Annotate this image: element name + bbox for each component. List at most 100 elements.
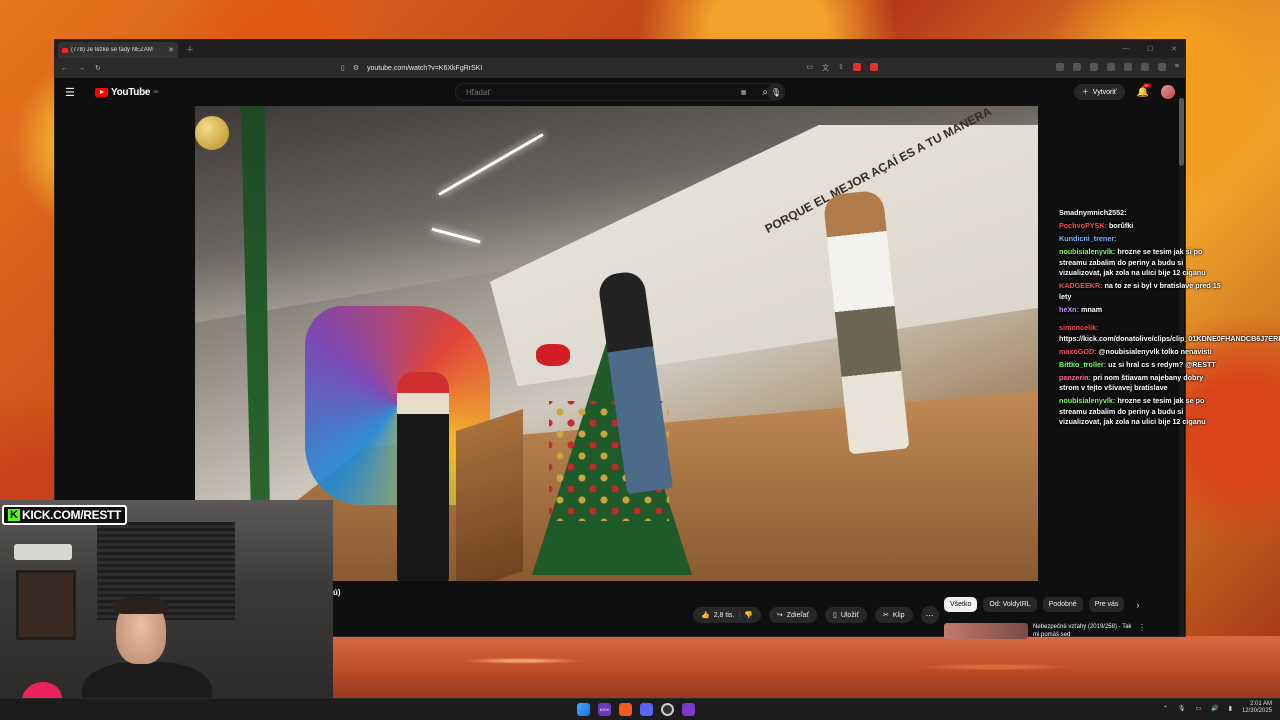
- brave-shield-icon[interactable]: [852, 63, 861, 71]
- maximize-icon[interactable]: ☐: [1147, 45, 1153, 53]
- chat-message: noubisialenyvlk: hrozne se tesim jak se …: [1059, 396, 1225, 428]
- chip-from-channel[interactable]: Od: VoldyIRL: [983, 597, 1037, 612]
- search-box[interactable]: ▦ ⌕: [455, 83, 779, 101]
- windows-start-icon[interactable]: [577, 703, 590, 716]
- like-count: 2,8 tis.: [713, 611, 735, 619]
- video-title-stub: ú): [333, 588, 341, 597]
- network-icon[interactable]: ▭: [1196, 705, 1202, 712]
- url-box[interactable]: ▯ ⚙ youtube.com/watch?v=K6XkFgRrSKI: [341, 64, 483, 73]
- extension-icon[interactable]: [1072, 63, 1081, 71]
- keyboard-icon[interactable]: ▦: [741, 89, 747, 96]
- discord-icon[interactable]: [640, 703, 653, 716]
- video-actions: 👍 2,8 tis. | 👎 ↪ Zdieľať ▯ Uložiť ✂ Klip…: [693, 606, 939, 624]
- brave-rewards-icon[interactable]: [869, 63, 878, 71]
- volume-icon[interactable]: 🔊: [1211, 705, 1218, 712]
- scrollbar-thumb[interactable]: [1179, 98, 1184, 166]
- related-video-item[interactable]: Nebezpečné vzťahy (2019/258) - Tak mi po…: [944, 623, 1146, 639]
- bookmark-icon[interactable]: ▯: [341, 64, 345, 72]
- voice-search-icon[interactable]: 🎙: [767, 83, 785, 101]
- chip-all[interactable]: Všetko: [944, 597, 978, 612]
- clip-button[interactable]: ✂ Klip: [875, 607, 913, 623]
- chat-text: https://kick.com/donatolive/clips/clip_0…: [1059, 333, 1280, 343]
- windows-taskbar: KICK ⌃ 🎙 ▭ 🔊 ▮ 2:01 AM 12/30/2025: [0, 698, 1280, 720]
- stream-chat-overlay: Smadnymnich2552: PochvoPYSK: borůfki Kun…: [1059, 208, 1280, 430]
- chip-for-you[interactable]: Pre vás: [1088, 597, 1125, 612]
- related-menu-icon[interactable]: ⋮: [1138, 623, 1146, 639]
- site-info-icon[interactable]: ⚙: [353, 64, 359, 72]
- chevron-right-icon[interactable]: ›: [1136, 600, 1139, 610]
- reload-icon[interactable]: ↻: [95, 64, 101, 72]
- window-controls: — ☐ ✕: [1122, 45, 1185, 53]
- chat-username: Smadnymnich2552:: [1059, 208, 1127, 217]
- webcam-streamer-hair: [114, 596, 168, 614]
- chat-message: Smadnymnich2552:: [1059, 208, 1225, 219]
- youtube-logo[interactable]: YouTube SK: [95, 87, 159, 98]
- chat-text: @noubisialenyvlk tolko nenavisti: [1098, 346, 1212, 356]
- extension-icon[interactable]: [1106, 63, 1115, 71]
- extension-icon[interactable]: [1055, 63, 1064, 71]
- share-page-icon[interactable]: ⇧: [838, 63, 844, 73]
- back-icon[interactable]: ←: [61, 65, 68, 72]
- video-counter: [456, 408, 524, 581]
- related-thumbnail[interactable]: [944, 623, 1028, 639]
- youtube-header: ☰ YouTube SK ▦ ⌕ 🎙 ＋ Vytvoriť 🔔 9+: [55, 78, 1185, 106]
- chat-message: KADGEEKR: na to ze si byl v bratislave p…: [1059, 281, 1225, 302]
- clock[interactable]: 2:01 AM 12/30/2025: [1242, 701, 1272, 715]
- thumbs-down-icon[interactable]: 👎: [744, 611, 753, 619]
- brave-browser-icon[interactable]: [619, 703, 632, 716]
- tray-chevron-icon[interactable]: ⌃: [1163, 705, 1168, 712]
- browser-menu-icon[interactable]: ≡: [1175, 63, 1179, 73]
- new-tab-icon[interactable]: ＋: [186, 44, 194, 55]
- notifications-button[interactable]: 🔔 9+: [1137, 82, 1152, 98]
- more-actions-icon[interactable]: ⋯: [920, 606, 939, 624]
- microphone-tray-icon[interactable]: 🎙: [1178, 705, 1186, 712]
- clock-time: 2:01 AM: [1249, 701, 1272, 707]
- system-tray: ⌃ 🎙 ▭ 🔊 ▮ 2:01 AM 12/30/2025: [1163, 701, 1272, 715]
- extension-icon[interactable]: [1157, 63, 1166, 71]
- twitch-icon[interactable]: [682, 703, 695, 716]
- scissors-icon: ✂: [883, 612, 889, 619]
- related-title[interactable]: Nebezpečné vzťahy (2019/258) - Tak mi po…: [1033, 623, 1133, 639]
- save-button[interactable]: ▯ Uložiť: [824, 607, 867, 623]
- cast-icon[interactable]: ▭: [806, 63, 813, 73]
- video-ornament: [195, 115, 229, 150]
- minimize-icon[interactable]: —: [1122, 45, 1129, 53]
- extension-icon[interactable]: [1140, 63, 1149, 71]
- battery-icon[interactable]: ▮: [1229, 705, 1232, 712]
- kick-app-label: KICK: [599, 707, 610, 712]
- share-label: Zdieľať: [786, 611, 809, 619]
- address-bar: ← → ↻ ▯ ⚙ youtube.com/watch?v=K6XkFgRrSK…: [55, 58, 1185, 78]
- extension-icon[interactable]: [1123, 63, 1132, 71]
- browser-tab[interactable]: (778) Je těžké se tady NEZAM ✕: [58, 42, 178, 58]
- close-tab-icon[interactable]: ✕: [168, 46, 174, 54]
- youtube-favicon-icon: [62, 47, 68, 53]
- close-window-icon[interactable]: ✕: [1171, 45, 1177, 53]
- account-avatar[interactable]: [1161, 85, 1175, 99]
- guide-menu-icon[interactable]: ☰: [65, 86, 81, 99]
- youtube-play-icon: [95, 87, 108, 97]
- plus-icon: ＋: [1081, 89, 1089, 96]
- create-button[interactable]: ＋ Vytvoriť: [1073, 84, 1125, 100]
- chat-username: Kundicni_trener:: [1059, 234, 1117, 243]
- notification-badge: 9+: [1142, 82, 1152, 88]
- kick-app-icon[interactable]: KICK: [598, 703, 611, 716]
- bookmark-save-icon: ▯: [832, 612, 837, 619]
- related-chips: Všetko Od: VoldyIRL Podobné Pre vás ›: [944, 597, 1139, 612]
- extension-icon[interactable]: [1089, 63, 1098, 71]
- forward-icon[interactable]: →: [78, 65, 85, 72]
- chat-message: simoncelik: https://kick.com/donatolive/…: [1059, 323, 1280, 344]
- like-button[interactable]: 👍 2,8 tis. | 👎: [693, 607, 761, 623]
- header-actions: ＋ Vytvoriť 🔔 9+: [1073, 82, 1175, 100]
- tab-strip: (778) Je těžké se tady NEZAM ✕ ＋ — ☐ ✕: [55, 40, 1185, 58]
- chat-text: uz si hral cs s redym? @RESTT: [1108, 359, 1216, 369]
- share-button[interactable]: ↪ Zdieľať: [768, 607, 817, 623]
- obs-icon[interactable]: [661, 703, 674, 716]
- clock-date: 12/30/2025: [1241, 708, 1272, 714]
- tab-title: (778) Je těžké se tady NEZAM: [71, 47, 153, 53]
- chat-username: heXn:: [1059, 304, 1079, 314]
- chip-similar[interactable]: Podobné: [1042, 597, 1083, 612]
- logo-region: SK: [153, 88, 159, 94]
- search-input[interactable]: [466, 87, 741, 97]
- url-text[interactable]: youtube.com/watch?v=K6XkFgRrSKI: [367, 65, 482, 72]
- translate-icon[interactable]: 文: [822, 63, 829, 73]
